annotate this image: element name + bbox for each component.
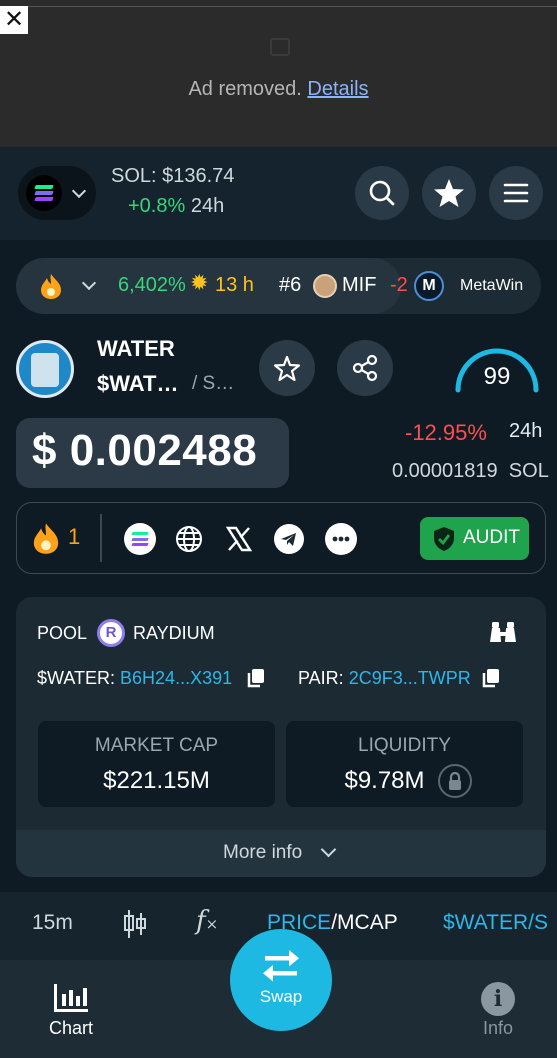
ad-divider: [0, 6, 557, 7]
token-symbol: $WAT…: [97, 371, 179, 396]
price-change-period: 24h: [509, 420, 543, 442]
audit-button[interactable]: AUDIT: [420, 517, 529, 560]
lock-icon: [438, 764, 472, 798]
globe-icon[interactable]: [174, 524, 204, 554]
candlestick-icon[interactable]: [122, 908, 148, 940]
sol-change-value: +0.8%: [128, 195, 186, 217]
fire-count: 1: [68, 524, 81, 549]
star-icon: [434, 179, 464, 207]
chevron-down-icon: [320, 841, 337, 858]
ad-details-link[interactable]: Details: [307, 78, 368, 100]
token-logo: [16, 340, 74, 398]
token-score: 99: [483, 363, 511, 390]
copy-icon[interactable]: [246, 667, 266, 689]
metawin-logo-icon: M: [414, 271, 444, 301]
shield-check-icon: [434, 527, 454, 551]
token-chain: / S…: [192, 373, 235, 394]
share-icon: [352, 354, 378, 382]
price-change: -12.95%: [405, 420, 487, 445]
more-info-button[interactable]: More info: [16, 830, 546, 877]
market-cap-value: $221.15M: [103, 767, 210, 794]
x-twitter-icon[interactable]: [225, 525, 253, 553]
telegram-icon[interactable]: [274, 524, 304, 554]
sol-value: 0.00001819: [392, 460, 498, 482]
raydium-icon: R: [97, 619, 125, 647]
market-cap-label: MARKET CAP: [94, 735, 219, 756]
menu-button[interactable]: [489, 166, 543, 220]
audit-label: AUDIT: [463, 527, 520, 548]
swap-label: Swap: [259, 987, 303, 1006]
trending-token-name: MIF: [342, 274, 377, 296]
pool-label: POOL: [37, 623, 88, 643]
market-cap-stat: MARKET CAP $221.15M: [38, 721, 275, 807]
sponsor-name[interactable]: MetaWin: [460, 277, 523, 295]
trending-partial-change: -2: [390, 274, 408, 296]
swap-button[interactable]: Swap: [230, 929, 332, 1031]
favorites-button[interactable]: [422, 166, 476, 220]
info-icon: i: [481, 982, 515, 1016]
solana-explorer-icon[interactable]: [124, 523, 156, 555]
trending-rank: #6: [279, 274, 302, 296]
nav-info-label: Info: [482, 1018, 514, 1038]
nav-chart-label: Chart: [48, 1018, 93, 1038]
divider: [100, 514, 102, 562]
pair-address-row: PAIR: 2C9F3...TWPR: [298, 668, 471, 689]
search-icon: [369, 180, 395, 206]
sun-icon: ✹: [190, 271, 209, 296]
trending-time: 13 h: [215, 274, 254, 296]
mcap-toggle-label: MCAP: [337, 911, 398, 934]
close-ad-button[interactable]: ✕: [0, 6, 28, 34]
search-button[interactable]: [355, 166, 409, 220]
solana-icon: [26, 175, 62, 211]
ad-banner: ✕ Ad removed. Details: [0, 0, 557, 147]
copy-icon[interactable]: [481, 667, 501, 689]
ad-removed-label: Ad removed.: [188, 78, 302, 100]
binoculars-icon[interactable]: [489, 620, 517, 646]
price-in-sol: 0.00001819 SOL: [392, 460, 549, 483]
sol-price: SOL: $136.74: [111, 165, 235, 187]
bar-chart-icon: [54, 984, 88, 1012]
ad-removed-text: Ad removed. Details: [0, 78, 557, 101]
pair-toggle[interactable]: $WATER/S: [443, 911, 548, 935]
hamburger-icon: [503, 183, 529, 203]
interval-selector[interactable]: 15m: [32, 911, 73, 935]
pair-address[interactable]: 2C9F3...TWPR: [349, 668, 471, 688]
token-address-label: $WATER:: [37, 668, 116, 688]
pair-address-label: PAIR:: [298, 668, 344, 688]
nav-chart[interactable]: Chart: [40, 982, 102, 1042]
fire-icon: [41, 274, 61, 299]
token-address[interactable]: B6H24...X391: [120, 668, 232, 688]
ad-placeholder-icon: [270, 38, 290, 56]
nav-info[interactable]: i Info: [468, 982, 528, 1042]
fire-icon: [33, 523, 59, 554]
indicators-icon[interactable]: f×: [196, 906, 218, 936]
dex-name: RAYDIUM: [133, 623, 215, 643]
more-links-icon[interactable]: [325, 523, 357, 555]
swap-arrows-icon: [263, 950, 299, 982]
trending-gain: 6,402%: [118, 274, 186, 296]
liquidity-label: LIQUIDITY: [358, 735, 451, 756]
mif-token-icon: [313, 274, 337, 298]
trending-ticker[interactable]: 6,402% ✹ 13 h #6 MIF -2 M MetaWin: [16, 258, 541, 314]
token-address-row: $WATER: B6H24...X391: [37, 668, 232, 689]
sol-change: +0.8% 24h: [128, 195, 224, 218]
star-outline-icon: [273, 355, 301, 382]
watchlist-button[interactable]: [259, 340, 315, 396]
share-button[interactable]: [337, 340, 393, 396]
token-name: WATER: [97, 336, 175, 361]
liquidity-stat: LIQUIDITY $9.78M: [286, 721, 523, 807]
token-price: $ 0.002488: [32, 426, 258, 475]
sol-change-period: 24h: [190, 195, 225, 217]
more-info-label: More info: [223, 842, 303, 863]
sol-unit: SOL: [508, 460, 549, 482]
